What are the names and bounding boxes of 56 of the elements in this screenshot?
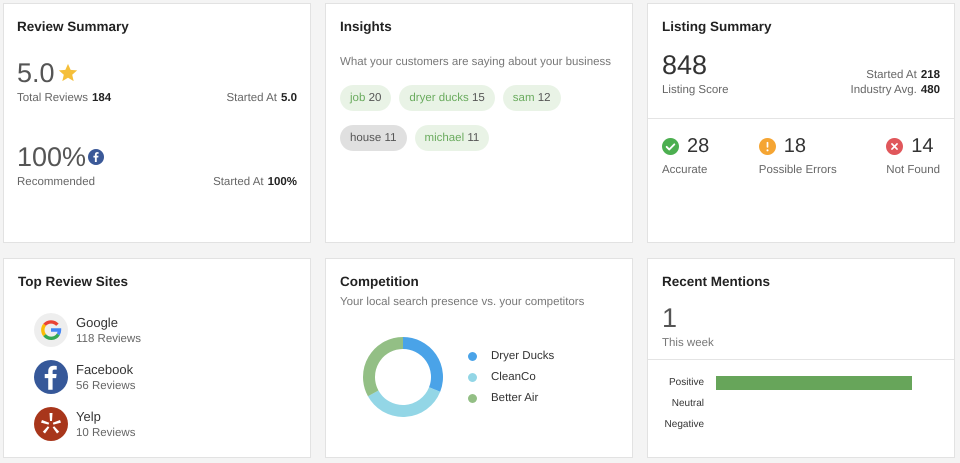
keyword-chip[interactable]: house 11 (340, 125, 406, 151)
started-at-value: 100% (268, 176, 297, 188)
review-count: 10 Reviews (76, 427, 136, 439)
site-name: Yelp (76, 409, 102, 424)
check-circle-icon (662, 138, 679, 155)
started-at-label: Started At (226, 92, 277, 104)
warning-circle-icon (758, 138, 776, 155)
status-label: Possible Errors (758, 164, 837, 176)
keyword-chip[interactable]: sam 12 (502, 85, 561, 111)
card-title: Insights (340, 18, 392, 36)
mentions-period: This week (662, 337, 714, 349)
listing-score-value: 848 (662, 50, 708, 80)
stat-value: 480 (920, 84, 940, 96)
stat-label: Industry Avg. (850, 84, 917, 96)
card-subtitle: What your customers are saying about your business (340, 56, 612, 68)
facebook-logo-icon (34, 360, 68, 394)
card-title: Competition (340, 273, 419, 291)
star-icon (56, 62, 79, 84)
card-title: Recent Mentions (662, 273, 770, 291)
rating-value: 5.0 (17, 58, 55, 88)
card-subtitle: Your local search presence vs. your competitors (340, 296, 584, 308)
legend-label: CleanCo (491, 371, 536, 383)
status-label: Accurate (662, 164, 708, 176)
listing-score-label: Listing Score (662, 84, 728, 96)
stat-label: Started At (866, 69, 917, 81)
card-title: Listing Summary (662, 18, 772, 36)
legend-label: Dryer Ducks (491, 350, 554, 362)
recommended-value: 100% (17, 142, 86, 172)
keyword-chip[interactable]: dryer ducks 15 (399, 85, 495, 111)
site-name: Google (76, 315, 119, 330)
facebook-icon (88, 149, 104, 165)
status-count: 14 (911, 135, 934, 158)
google-logo-icon (34, 313, 68, 347)
sentiment-label: Positive (668, 376, 704, 390)
total-reviews-label: Total Reviews (17, 92, 88, 104)
recommended-label: Recommended (17, 176, 95, 188)
review-count: 118 Reviews (76, 333, 141, 345)
status-label: Not Found (886, 164, 940, 176)
status-count: 18 (784, 135, 806, 158)
error-circle-icon (886, 138, 904, 155)
sentiment-label: Negative (664, 418, 704, 432)
card-title: Top Review Sites (18, 273, 128, 291)
keyword-chip[interactable]: job 20 (340, 85, 392, 111)
yelp-logo-icon (34, 407, 68, 441)
site-name: Facebook (76, 362, 134, 377)
started-at-label: Started At (213, 176, 264, 188)
mentions-count: 1 (662, 303, 678, 333)
legend-label: Better Air (491, 392, 538, 404)
keyword-chip[interactable]: michael 11 (414, 125, 490, 151)
card-title: Review Summary (17, 18, 129, 36)
sentiment-label: Neutral (670, 397, 704, 411)
total-reviews-value: 184 (92, 92, 112, 104)
started-at-value: 5.0 (281, 92, 297, 104)
status-count: 28 (687, 135, 710, 158)
stat-value: 218 (920, 69, 940, 81)
review-count: 56 Reviews (76, 380, 136, 392)
